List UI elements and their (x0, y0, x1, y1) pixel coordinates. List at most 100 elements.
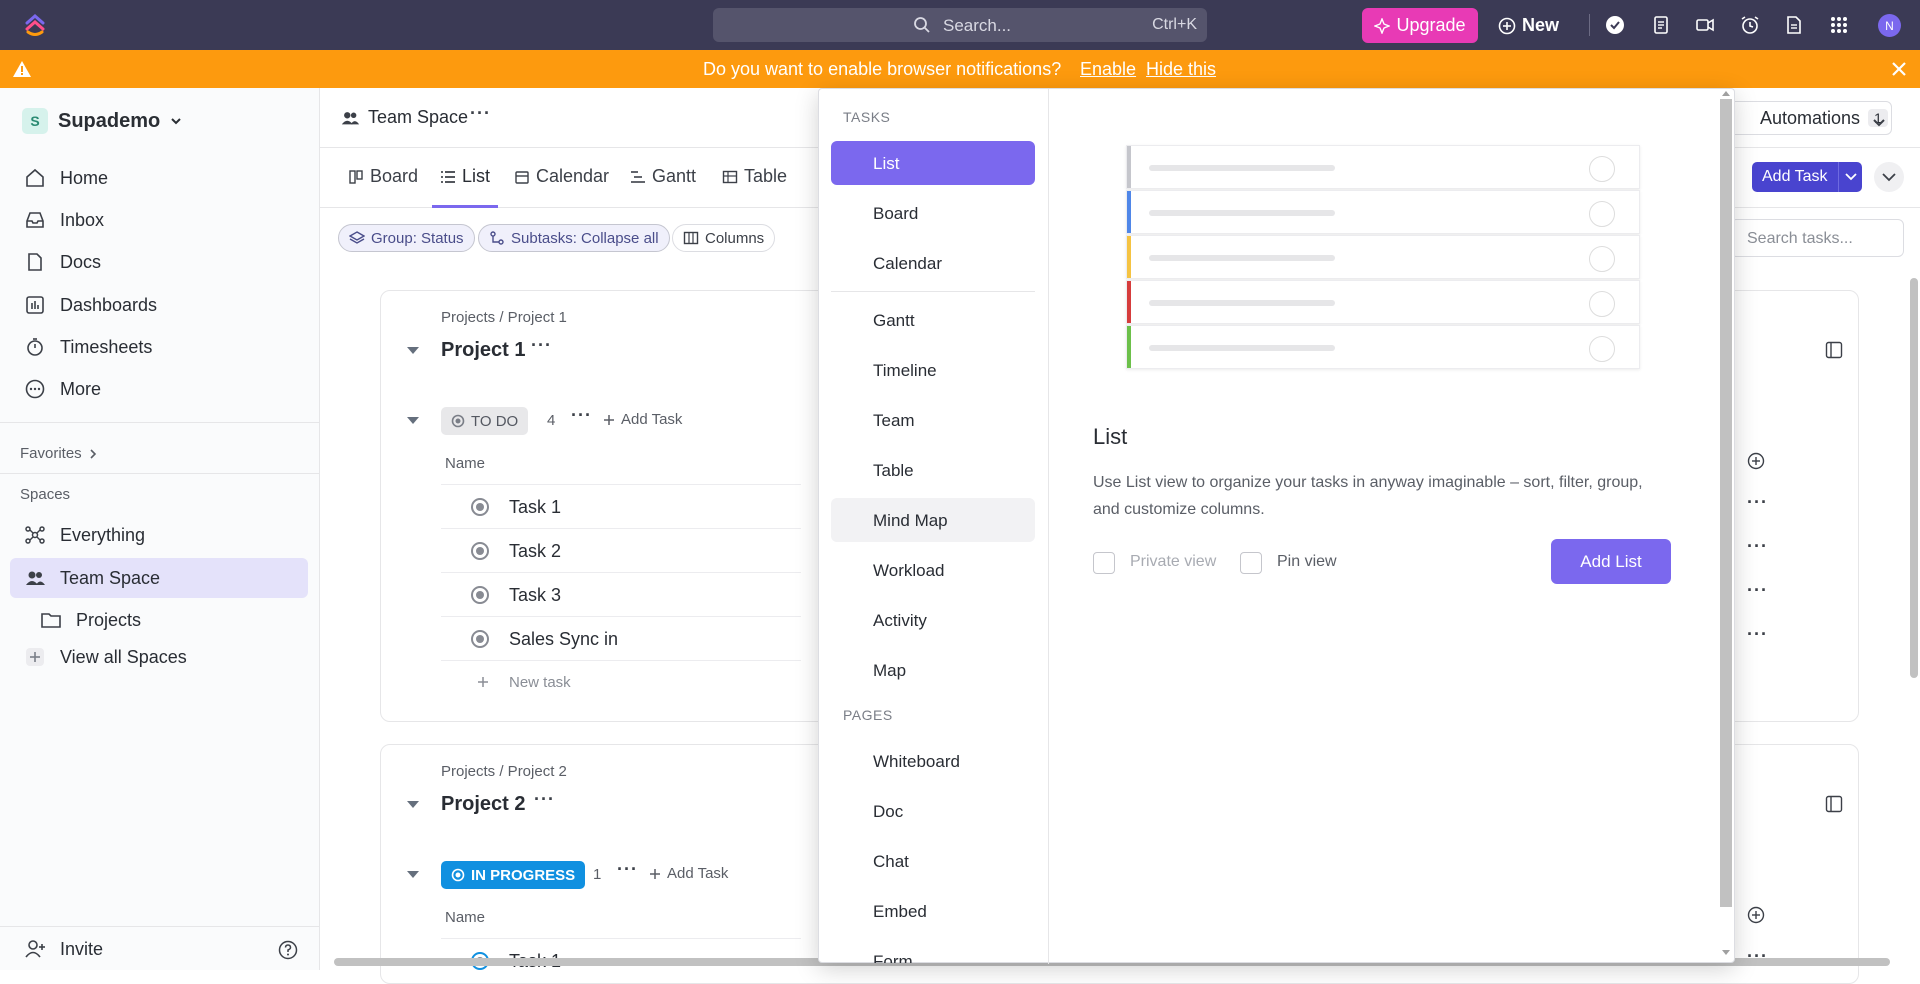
group-status-chip[interactable]: Group: Status (338, 224, 475, 252)
status-circle-icon[interactable] (471, 586, 489, 604)
view-option-form[interactable]: Form (831, 939, 1035, 963)
notepad-icon[interactable] (1650, 14, 1672, 36)
add-column-icon[interactable] (1747, 906, 1765, 924)
add-task-inline[interactable]: Add Task (603, 411, 682, 428)
table-row[interactable]: Task 1 (441, 484, 801, 528)
tab-board[interactable]: Board (348, 166, 418, 187)
global-search[interactable]: Search... Ctrl+K (713, 8, 1207, 42)
automations-button[interactable]: Automations 1 (1717, 101, 1892, 135)
subtasks-chip[interactable]: Subtasks: Collapse all (478, 224, 670, 252)
hide-link[interactable]: Hide this (1146, 59, 1216, 80)
new-task-row[interactable]: New task (441, 660, 801, 704)
group-more-icon[interactable]: ··· (571, 405, 592, 426)
view-option-whiteboard[interactable]: Whiteboard (831, 739, 1035, 783)
sidebar-item-inbox[interactable]: Inbox (24, 209, 104, 231)
sidebar-item-home[interactable]: Home (24, 167, 108, 189)
row-more-icon[interactable]: ··· (1747, 624, 1768, 645)
view-option-embed[interactable]: Embed (831, 889, 1035, 933)
collapse-caret-icon[interactable] (407, 347, 419, 354)
video-icon[interactable] (1694, 14, 1716, 36)
chevron-down-icon[interactable] (1872, 116, 1886, 130)
project-more-icon[interactable]: ··· (531, 335, 552, 356)
status-circle-icon[interactable] (471, 630, 489, 648)
row-more-icon[interactable]: ··· (1747, 536, 1768, 557)
add-column-icon[interactable] (1747, 452, 1765, 470)
tab-table[interactable]: Table (722, 166, 787, 187)
task-name[interactable]: Task 1 (509, 497, 561, 518)
status-badge[interactable]: IN PROGRESS (441, 861, 586, 889)
tab-gantt[interactable]: Gantt (630, 166, 696, 187)
view-option-calendar[interactable]: Calendar (831, 241, 1035, 285)
tab-list[interactable]: List (440, 166, 490, 187)
view-option-activity[interactable]: Activity (831, 598, 1035, 642)
view-option-workload[interactable]: Workload (831, 548, 1035, 592)
view-option-map[interactable]: Map (831, 648, 1035, 692)
table-row[interactable]: Task 2 (441, 528, 801, 572)
collapse-caret-icon[interactable] (407, 871, 419, 878)
collapse-header-button[interactable] (1874, 162, 1904, 192)
upgrade-button[interactable]: Upgrade (1362, 8, 1478, 43)
project-title[interactable]: Project 1 (441, 339, 525, 362)
status-circle-icon[interactable] (471, 498, 489, 516)
private-view-checkbox[interactable] (1093, 552, 1115, 574)
scroll-down-icon[interactable] (1721, 949, 1731, 957)
view-option-list[interactable]: List (831, 141, 1035, 185)
sidebar-item-more[interactable]: More (24, 378, 101, 400)
check-circle-icon[interactable] (1604, 14, 1626, 36)
close-icon[interactable] (1891, 61, 1907, 77)
status-circle-icon[interactable] (471, 542, 489, 560)
sidebar-item-projects[interactable]: Projects (40, 609, 141, 631)
scroll-up-icon[interactable] (1721, 89, 1731, 97)
project-title[interactable]: Project 2 (441, 793, 525, 816)
collapse-caret-icon[interactable] (407, 417, 419, 424)
sidebar-item-team-space[interactable]: Team Space (10, 558, 308, 598)
view-option-table[interactable]: Table (831, 448, 1035, 492)
view-option-chat[interactable]: Chat (831, 839, 1035, 883)
favorites-header[interactable]: Favorites (20, 445, 98, 462)
sidebar-item-timesheets[interactable]: Timesheets (24, 336, 152, 358)
row-more-icon[interactable]: ··· (1747, 492, 1768, 513)
project-more-icon[interactable]: ··· (534, 789, 555, 810)
add-task-dropdown[interactable] (1838, 162, 1862, 192)
clickup-logo-icon[interactable] (22, 12, 48, 38)
view-option-mind-map[interactable]: Mind Map (831, 498, 1035, 542)
task-name[interactable]: Sales Sync in (509, 629, 618, 650)
pin-view-checkbox[interactable] (1240, 552, 1262, 574)
add-list-button[interactable]: Add List (1551, 539, 1671, 584)
space-title[interactable]: Team Space (340, 107, 468, 128)
help-icon[interactable] (278, 940, 298, 960)
task-name[interactable]: Task 2 (509, 541, 561, 562)
row-more-icon[interactable]: ··· (1747, 580, 1768, 601)
alarm-clock-icon[interactable] (1739, 14, 1761, 36)
vertical-scrollbar[interactable] (1910, 278, 1918, 678)
enable-link[interactable]: Enable (1080, 59, 1136, 80)
invite-button[interactable]: Invite (24, 938, 103, 960)
document-icon[interactable] (1783, 14, 1805, 36)
tab-calendar[interactable]: Calendar (514, 166, 609, 187)
table-row[interactable]: Sales Sync in (441, 616, 801, 660)
sidebar-item-dashboards[interactable]: Dashboards (24, 294, 157, 316)
sidebar-item-docs[interactable]: Docs (24, 251, 101, 273)
group-more-icon[interactable]: ··· (617, 859, 638, 880)
search-tasks-input[interactable]: Search tasks... (1730, 219, 1904, 257)
sidebar-toggle-icon[interactable] (1825, 795, 1843, 813)
sidebar-item-everything[interactable]: Everything (24, 524, 145, 546)
add-task-inline[interactable]: Add Task (649, 865, 728, 882)
view-option-board[interactable]: Board (831, 191, 1035, 235)
dropdown-scrollbar[interactable] (1720, 99, 1732, 907)
view-option-timeline[interactable]: Timeline (831, 348, 1035, 392)
sidebar-item-view-all-spaces[interactable]: View all Spaces (24, 646, 187, 668)
columns-chip[interactable]: Columns (672, 224, 776, 252)
view-option-team[interactable]: Team (831, 398, 1035, 442)
status-badge[interactable]: TO DO (441, 407, 529, 435)
workspace-switcher[interactable]: S Supademo (22, 108, 182, 134)
view-option-doc[interactable]: Doc (831, 789, 1035, 833)
sidebar-toggle-icon[interactable] (1825, 341, 1843, 359)
apps-grid-icon[interactable] (1828, 14, 1850, 36)
user-avatar[interactable]: N (1878, 14, 1901, 37)
view-option-gantt[interactable]: Gantt (831, 298, 1035, 342)
table-row[interactable]: Task 3 (441, 572, 801, 616)
space-more-icon[interactable]: ··· (470, 103, 491, 124)
collapse-caret-icon[interactable] (407, 801, 419, 808)
task-name[interactable]: Task 3 (509, 585, 561, 606)
